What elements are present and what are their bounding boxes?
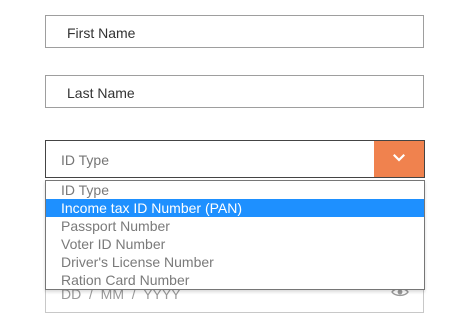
id-type-option[interactable]: ID Type	[46, 181, 424, 199]
last-name-input[interactable]: Last Name	[45, 75, 424, 108]
id-type-dropdown-button[interactable]	[374, 141, 424, 177]
id-type-select[interactable]: ID Type	[45, 140, 425, 178]
id-type-selected-value: ID Type	[61, 152, 109, 168]
id-type-option-highlighted[interactable]: Income tax ID Number (PAN)	[46, 199, 424, 217]
last-name-placeholder: Last Name	[67, 85, 135, 101]
id-type-option[interactable]: Passport Number	[46, 217, 424, 235]
first-name-input[interactable]: First Name	[45, 15, 424, 48]
chevron-down-icon	[393, 153, 405, 162]
first-name-placeholder: First Name	[67, 25, 136, 41]
id-type-option[interactable]: Driver's License Number	[46, 253, 424, 271]
id-type-option[interactable]: Voter ID Number	[46, 235, 424, 253]
id-type-options-list: ID Type Income tax ID Number (PAN) Passp…	[45, 180, 425, 290]
id-type-option[interactable]: Ration Card Number	[46, 271, 424, 289]
